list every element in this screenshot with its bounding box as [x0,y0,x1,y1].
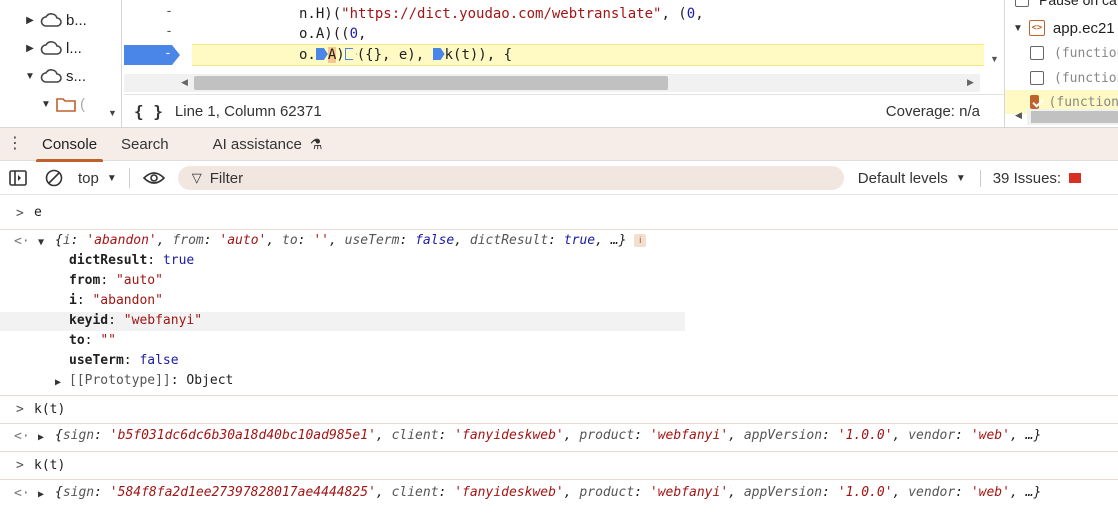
result-arrow-icon: <· [14,486,30,501]
editor-status-bar: { } Line 1, Column 62371 Coverage: n/a [124,94,1004,127]
scrollbar-thumb[interactable] [1031,111,1118,123]
breakpoint-item[interactable]: (function [1005,41,1118,65]
drawer-tab-bar: ⋮ Console Search AI assistance ⚗ [0,127,1118,162]
gutter-dash: - [165,24,173,39]
js-file-icon: <> [1028,20,1045,36]
chevron-down-icon: ▼ [955,172,966,184]
panel-horizontal-scrollbar[interactable]: ◀ [1015,109,1118,125]
breakpoint-checkbox[interactable] [1030,46,1044,60]
breakpoint-checkbox-checked[interactable] [1030,95,1039,109]
breakpoint-file-row[interactable]: ▼ <> app.ec21 [1005,16,1115,40]
console-input-line[interactable]: > k(t) [0,400,1118,424]
tab-console[interactable]: Console [30,127,109,162]
cloud-icon [40,69,62,83]
code-line-3: o. A) ({}, e), k(t)), { [299,47,513,63]
editor-horizontal-scrollbar[interactable]: ◀ ▶ [124,74,980,92]
filter-icon: ▽ [191,170,202,185]
clear-console-icon[interactable] [36,162,72,195]
cloud-icon [40,41,62,55]
expand-arrow-icon[interactable]: ▶ [24,43,36,54]
live-expression-eye-icon[interactable] [136,162,172,195]
console-input-line[interactable]: > e [0,196,1118,230]
inline-breakpoint-icon[interactable] [344,48,357,60]
tree-item-4[interactable]: ▼ ( [40,92,85,116]
console-result-summary[interactable]: <· ▶ {sign: '584f8fa2d1ee27397828017ae44… [0,484,1118,509]
expand-arrow-icon[interactable]: ▼ [38,237,44,248]
error-badge-icon [1069,173,1082,183]
chevron-down-icon: ▼ [106,172,117,184]
object-property: keyid: "webfanyi" [69,313,203,328]
breakpoint-checkbox[interactable] [1030,71,1044,85]
tree-item-label: s... [66,67,87,85]
issues-counter[interactable]: 39 Issues: [979,169,1082,187]
log-levels-dropdown[interactable]: Default levels ▼ [858,170,966,187]
code-line-2: o.A)((0, [299,26,367,42]
input-prompt-icon: > [16,402,24,417]
pretty-print-icon[interactable]: { } [134,102,163,121]
object-property: to: "" [69,333,116,348]
tab-ai-assistance[interactable]: AI assistance ⚗ [201,127,335,161]
tree-item-label: l... [66,39,82,57]
coverage-status: Coverage: n/a [885,102,980,120]
file-tree: ▶ b... ▶ l... ▼ s... ▼ ( ▼ [0,0,122,127]
inline-breakpoint-icon[interactable] [432,48,445,60]
info-icon[interactable]: i [634,234,647,247]
expand-arrow-icon[interactable]: ▶ [38,432,44,443]
scroll-down-arrow-icon[interactable]: ▼ [108,108,117,118]
expand-arrow-icon[interactable]: ▶ [38,489,44,500]
object-property: useTerm: false [69,353,179,368]
cloud-icon [40,13,62,27]
toolbar-divider [128,168,130,188]
editor-vertical-scrollbar[interactable]: ▼ [984,0,1004,94]
pause-on-caught-row[interactable]: Pause on ca [1005,0,1117,12]
tab-search[interactable]: Search [109,127,181,161]
scroll-left-arrow-icon[interactable]: ◀ [181,77,188,88]
console-result-summary[interactable]: <· ▼ {i: 'abandon', from: 'auto', to: ''… [0,233,1118,253]
context-selector[interactable]: top ▼ [72,170,123,187]
input-prompt-icon: > [16,458,24,473]
result-arrow-icon: <· [14,234,30,249]
tree-item-label: b... [66,11,87,29]
sources-panel: ▶ b... ▶ l... ▼ s... ▼ ( ▼ - - - n.H)("h… [0,0,1118,127]
input-prompt-icon: > [16,206,24,221]
scroll-left-arrow-icon[interactable]: ◀ [1015,110,1022,121]
collapse-arrow-icon[interactable]: ▼ [1013,23,1023,34]
breakpoints-panel: Pause on ca ▼ <> app.ec21 (function (fun… [1004,0,1118,127]
gutter-dash: - [165,4,173,19]
expand-arrow-icon[interactable]: ▶ [55,377,61,388]
collapse-arrow-icon[interactable]: ▼ [24,71,36,82]
flask-icon: ⚗ [309,135,323,152]
breakpoint-file-name: app.ec21 [1052,19,1115,37]
tree-item-1[interactable]: ▶ b... [24,8,87,32]
expand-arrow-icon[interactable]: ▶ [24,15,36,26]
tree-item-3[interactable]: ▼ s... [24,64,86,88]
scrollbar-thumb[interactable] [194,76,668,90]
cursor-position: Line 1, Column 62371 [174,102,322,120]
tree-item-label: ( [80,95,85,113]
object-property: from: "auto" [69,273,163,288]
more-options-icon[interactable]: ⋮ [0,136,30,152]
folder-icon [56,98,76,112]
pause-caught-checkbox[interactable] [1015,0,1029,7]
console-input-line[interactable]: > k(t) [0,456,1118,480]
inline-breakpoint-icon[interactable] [315,48,328,60]
sidebar-toggle-icon[interactable] [0,162,36,195]
filter-input[interactable]: ▽ Filter [177,166,844,190]
prototype-row[interactable]: ▶ [[Prototype]]: Object [0,373,1118,396]
object-property: i: "abandon" [69,293,163,308]
breakpoint-marker[interactable]: - [124,45,180,65]
result-arrow-icon: <· [14,429,30,444]
scroll-right-arrow-icon[interactable]: ▶ [967,77,974,88]
console-result-summary[interactable]: <· ▶ {sign: 'b5f031dc6dc6b30a18d40bc10ad… [0,427,1118,452]
collapse-arrow-icon[interactable]: ▼ [40,99,52,110]
object-property: dictResult: true [69,253,195,268]
breakpoint-item[interactable]: (function [1005,66,1118,90]
scroll-down-arrow-icon[interactable]: ▼ [990,54,999,64]
console-toolbar: top ▼ ▽ Filter Default levels ▼ 39 Issues: [0,162,1118,195]
code-line-1: n.H)("https://dict.youdao.com/webtransla… [299,6,704,22]
tree-item-2[interactable]: ▶ l... [24,36,82,60]
console-output[interactable]: > e <· ▼ {i: 'abandon', from: 'auto', to… [0,196,1118,513]
